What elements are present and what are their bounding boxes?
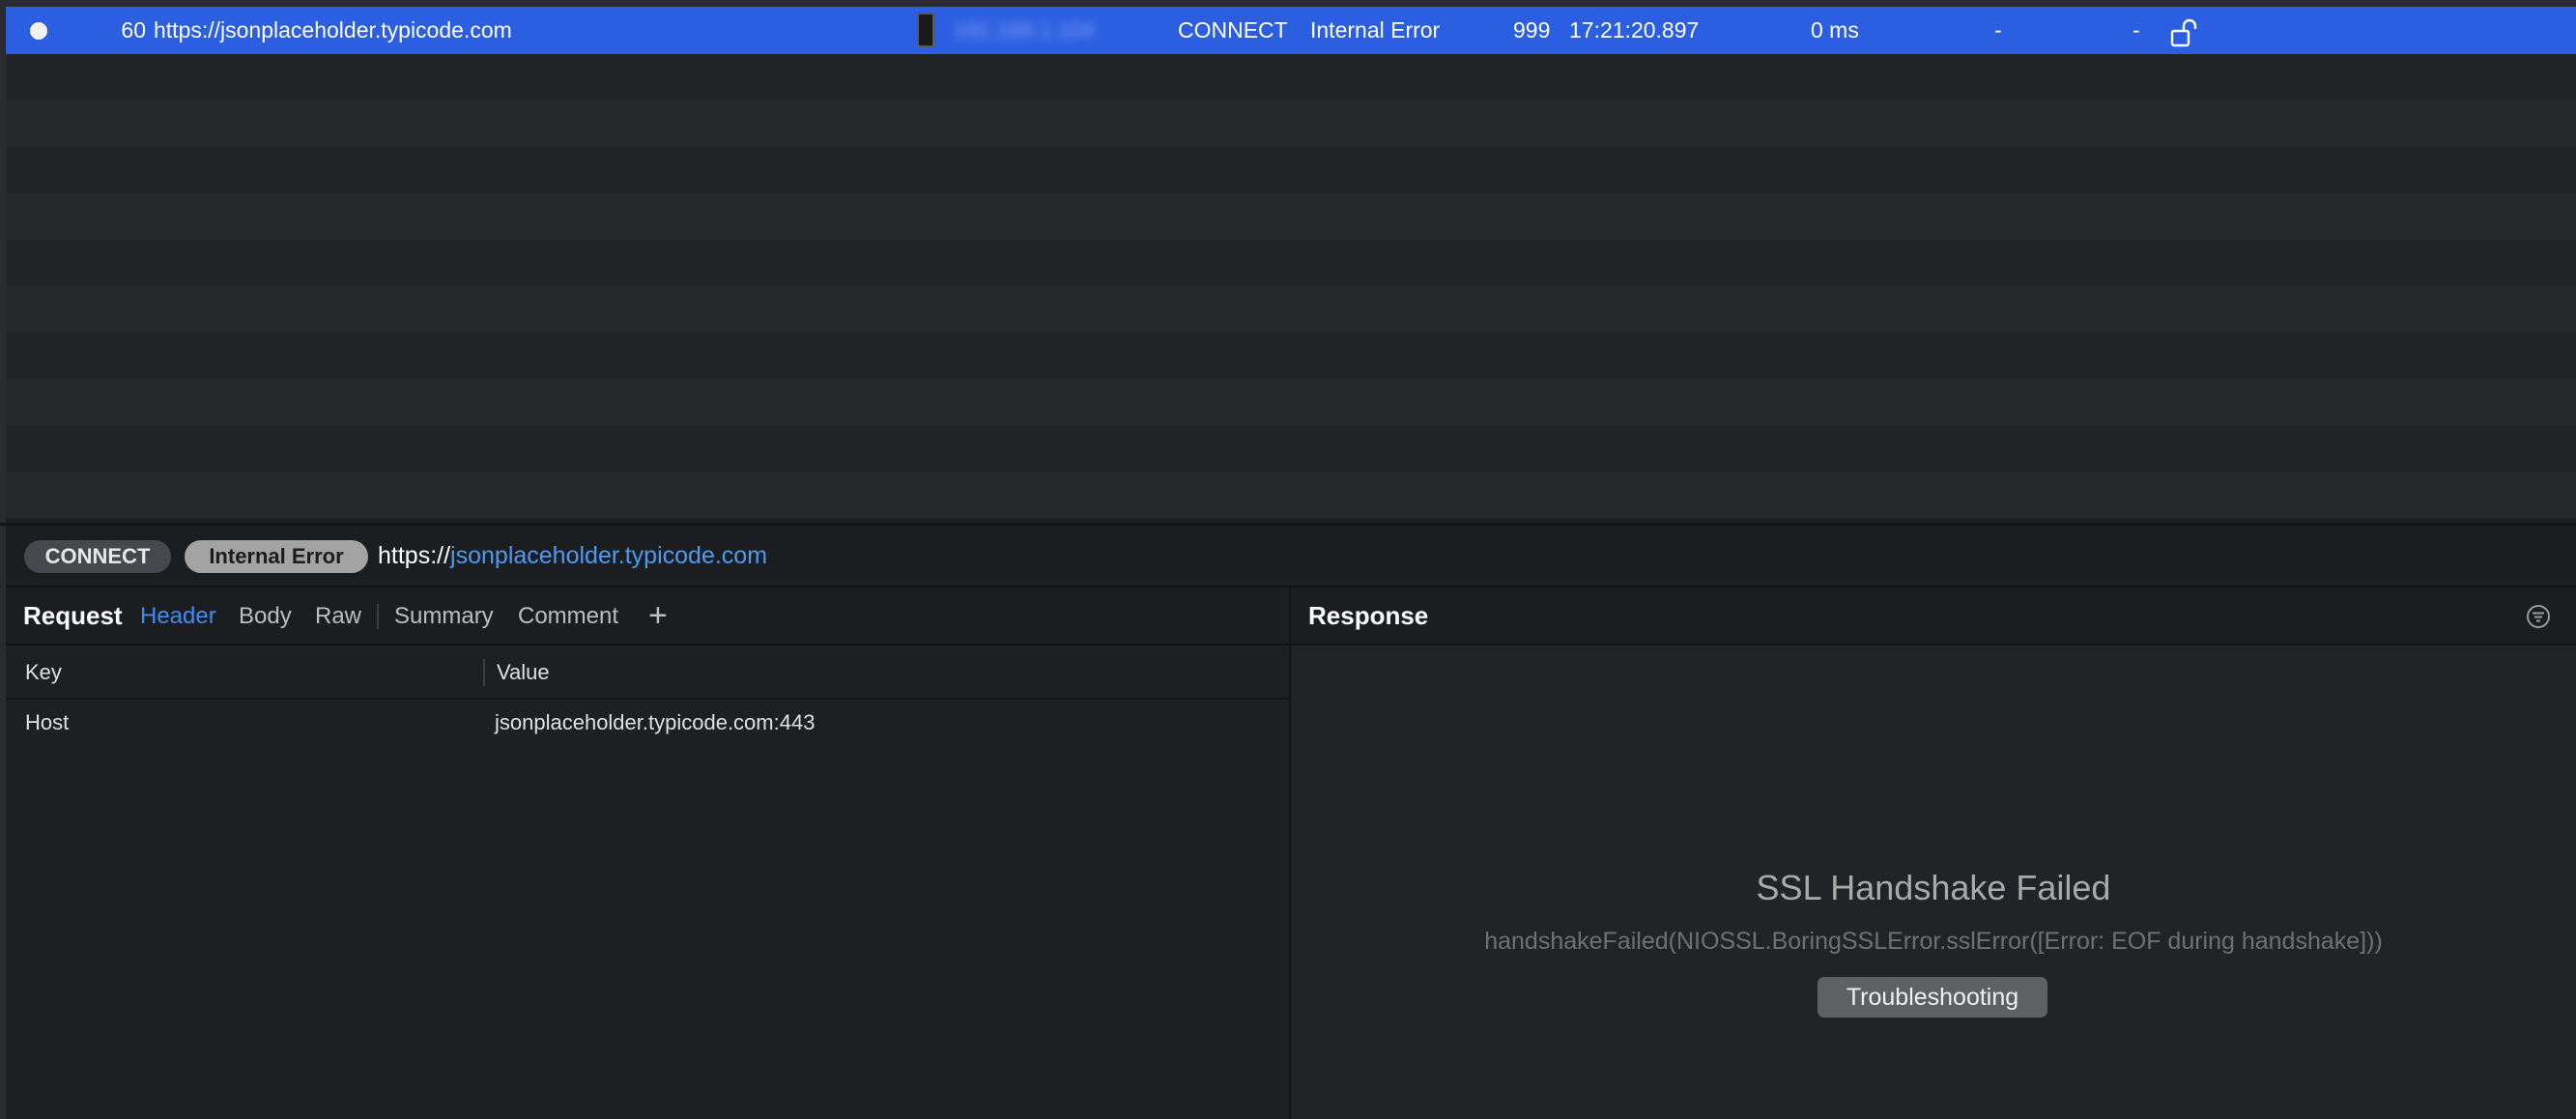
tab-summary[interactable]: Summary xyxy=(394,588,494,646)
request-row-selected[interactable]: 60 https://jsonplaceholder.typicode.com … xyxy=(6,7,2576,54)
ssl-error-message: handshakeFailed(NIOSSL.BoringSSLError.ss… xyxy=(1484,928,2383,955)
row-code: 999 xyxy=(1513,17,1551,43)
url-host[interactable]: jsonplaceholder.typicode.com xyxy=(450,542,767,569)
empty-row xyxy=(6,472,2576,518)
row-method: CONNECT xyxy=(1178,17,1288,43)
status-badge: Internal Error xyxy=(185,540,368,573)
detail-url[interactable]: https://jsonplaceholder.typicode.com xyxy=(378,526,767,586)
request-list: 60 https://jsonplaceholder.typicode.com … xyxy=(6,7,2576,524)
row-client-ip: 192.168.1.104 xyxy=(953,17,1096,43)
request-tab-bar: Request Header Body Raw Summary Comment … xyxy=(6,588,1289,646)
column-separator[interactable] xyxy=(483,659,485,686)
request-pane: Request Header Body Raw Summary Comment … xyxy=(6,588,1289,1119)
empty-row xyxy=(6,147,2576,193)
response-tab-bar: Response xyxy=(1291,588,2576,646)
empty-row xyxy=(6,332,2576,379)
tab-separator xyxy=(377,604,379,629)
status-dot-icon xyxy=(30,22,47,40)
tab-comment[interactable]: Comment xyxy=(518,588,618,646)
response-pane: Response SSL Handshake Failed handshakeF… xyxy=(1291,588,2576,1119)
empty-row xyxy=(6,54,2576,100)
header-value: jsonplaceholder.typicode.com:443 xyxy=(495,710,816,734)
empty-row xyxy=(6,286,2576,332)
request-title: Request xyxy=(23,601,123,630)
empty-row xyxy=(6,379,2576,425)
tab-raw[interactable]: Raw xyxy=(315,588,361,646)
response-title: Response xyxy=(1308,601,1429,630)
tab-header[interactable]: Header xyxy=(140,588,216,646)
tab-body[interactable]: Body xyxy=(239,588,292,646)
window-top-edge xyxy=(0,0,2576,7)
unlocked-padlock-icon xyxy=(2170,16,2201,47)
row-status: Internal Error xyxy=(1310,17,1441,43)
proxy-app-window: 60 https://jsonplaceholder.typicode.com … xyxy=(0,0,2576,1119)
troubleshooting-button[interactable]: Troubleshooting xyxy=(1818,977,2047,1018)
column-value[interactable]: Value xyxy=(497,646,550,700)
row-time: 17:21:20.897 xyxy=(1569,17,1700,43)
row-id: 60 xyxy=(121,17,146,43)
header-key: Host xyxy=(25,710,70,734)
table-row[interactable]: Host jsonplaceholder.typicode.com:443 xyxy=(6,700,1289,746)
ssl-error-title: SSL Handshake Failed xyxy=(1756,868,2111,907)
mobile-device-icon xyxy=(917,13,934,47)
empty-row xyxy=(6,100,2576,147)
header-table-head: Key Value xyxy=(6,646,1289,700)
column-key[interactable]: Key xyxy=(25,646,62,700)
row-response-size: - xyxy=(2132,17,2140,43)
filter-icon[interactable] xyxy=(2526,604,2551,629)
url-scheme: https:// xyxy=(378,542,451,569)
row-request-size: - xyxy=(1994,17,2002,43)
row-url: https://jsonplaceholder.typicode.com xyxy=(154,17,512,43)
row-duration: 0 ms xyxy=(1811,17,1859,43)
detail-header: CONNECT Internal Error https://jsonplace… xyxy=(6,526,2576,588)
method-badge: CONNECT xyxy=(24,540,171,573)
empty-row xyxy=(6,240,2576,286)
empty-row xyxy=(6,425,2576,472)
add-tab-button[interactable]: + xyxy=(648,588,668,644)
empty-row xyxy=(6,193,2576,240)
